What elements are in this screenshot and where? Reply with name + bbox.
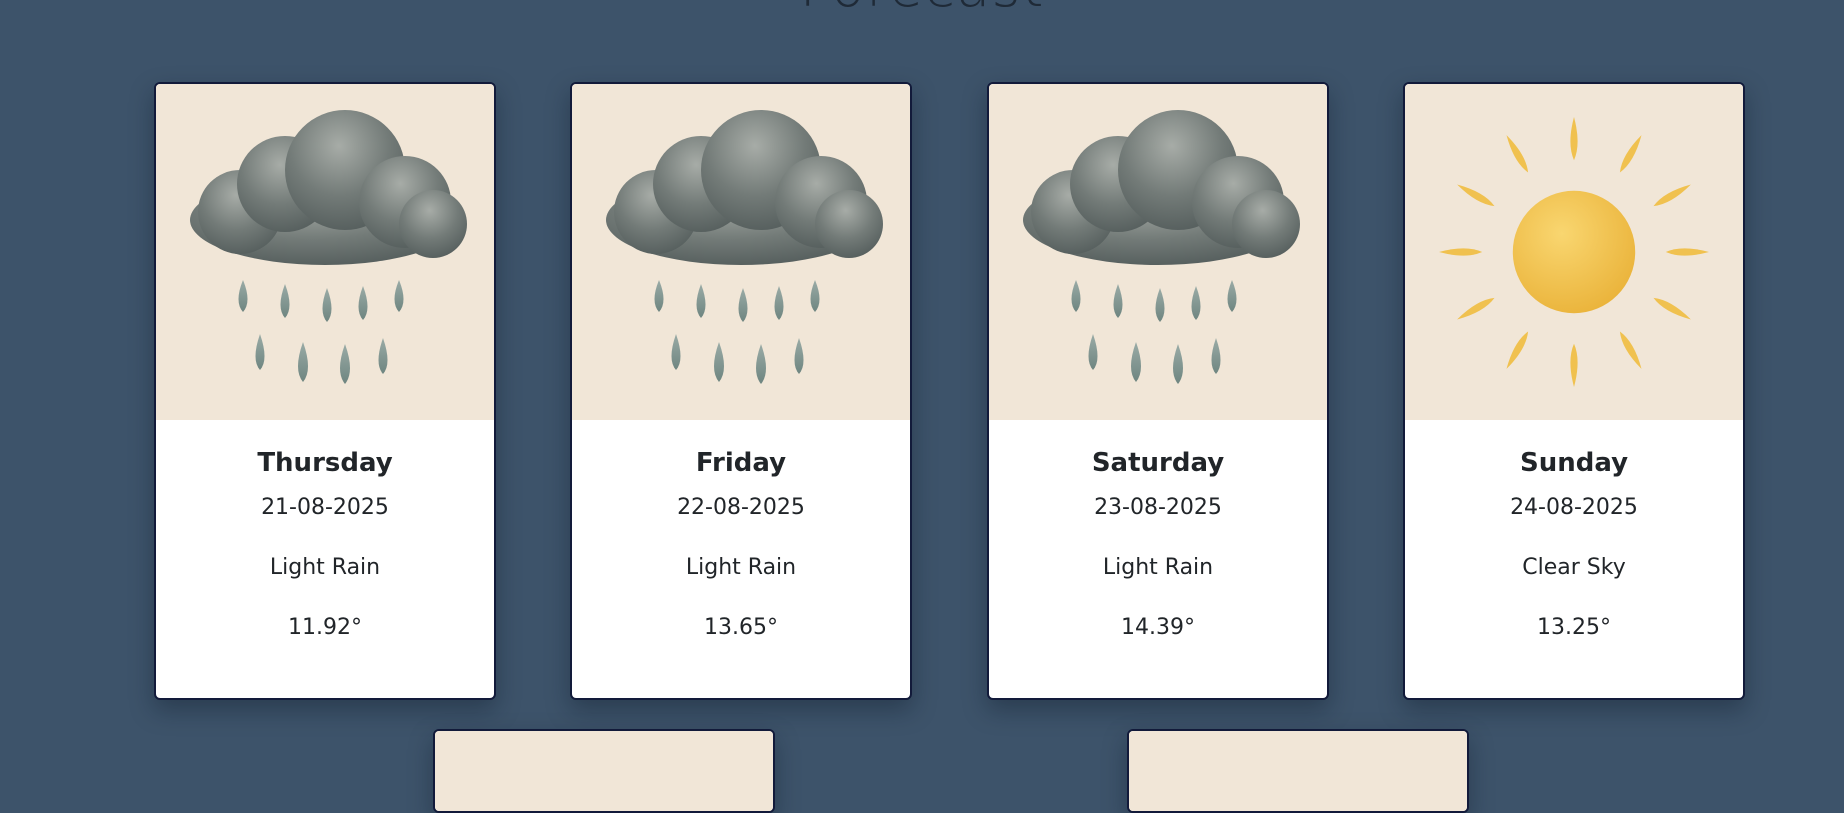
rain-cloud-icon <box>1008 102 1308 402</box>
forecast-day: Sunday <box>1519 448 1629 478</box>
forecast-description: Light Rain <box>685 555 797 580</box>
forecast-card-thursday: Thursday 21-08-2025 Light Rain 11.92° <box>154 82 496 700</box>
forecast-card-partial <box>433 729 775 813</box>
sun-icon <box>1439 117 1709 387</box>
forecast-image <box>1129 731 1467 811</box>
rain-cloud-icon <box>591 102 891 402</box>
forecast-description: Light Rain <box>1102 555 1214 580</box>
forecast-day: Thursday <box>257 448 393 478</box>
forecast-date: 23-08-2025 <box>1094 495 1222 520</box>
forecast-image <box>572 84 910 420</box>
forecast-temperature: 13.25° <box>1537 615 1611 640</box>
forecast-card-partial <box>1127 729 1469 813</box>
forecast-day: Friday <box>695 448 787 478</box>
forecast-image <box>989 84 1327 420</box>
forecast-image <box>1405 84 1743 420</box>
forecast-card-friday: Friday 22-08-2025 Light Rain 13.65° <box>570 82 912 700</box>
forecast-day: Saturday <box>1091 448 1225 478</box>
rain-cloud-icon <box>175 102 475 402</box>
forecast-description: Light Rain <box>269 555 381 580</box>
forecast-temperature: 11.92° <box>288 615 362 640</box>
forecast-image <box>156 84 494 420</box>
forecast-date: 24-08-2025 <box>1510 495 1638 520</box>
forecast-description: Clear Sky <box>1522 555 1626 580</box>
forecast-image <box>435 731 773 811</box>
forecast-date: 22-08-2025 <box>677 495 805 520</box>
forecast-date: 21-08-2025 <box>261 495 389 520</box>
forecast-temperature: 13.65° <box>704 615 778 640</box>
page-title: Forecast <box>0 0 1844 20</box>
forecast-temperature: 14.39° <box>1121 615 1195 640</box>
forecast-card-sunday: Sunday 24-08-2025 Clear Sky 13.25° <box>1403 82 1745 700</box>
forecast-card-saturday: Saturday 23-08-2025 Light Rain 14.39° <box>987 82 1329 700</box>
